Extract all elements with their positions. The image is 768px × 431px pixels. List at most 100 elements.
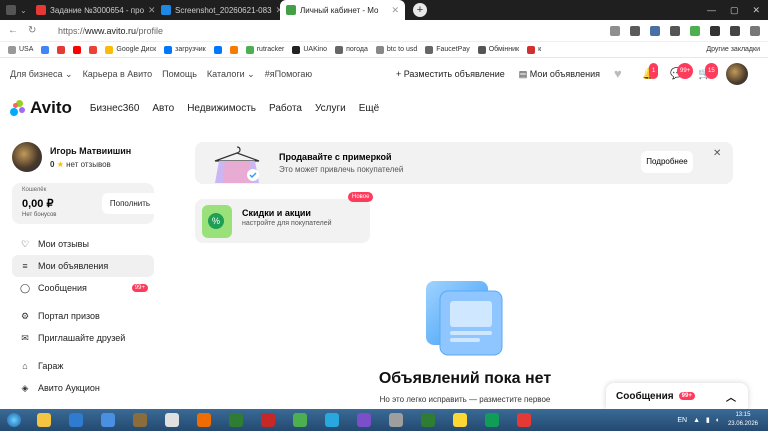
main-nav-link[interactable]: Авто xyxy=(152,103,174,114)
bookmark-item[interactable] xyxy=(89,45,98,54)
reviews-link[interactable]: нет отзывов xyxy=(66,160,111,169)
extension-icon[interactable] xyxy=(750,25,760,36)
bookmark-item[interactable]: к xyxy=(527,45,541,54)
bookmarks-other-folder[interactable]: Другие закладки xyxy=(706,46,768,53)
menu-item[interactable]: ≡ Мои объявления xyxy=(12,255,154,277)
profile-name[interactable]: Игорь Матвиишин xyxy=(50,146,131,156)
bookmark-item[interactable]: rutracker xyxy=(245,45,284,54)
taskbar-app[interactable] xyxy=(478,410,506,430)
bonus-text: Нет бонусов xyxy=(22,212,57,218)
language-indicator[interactable]: EN xyxy=(677,417,687,424)
menu-item[interactable]: ◯ Сообщения 99+ xyxy=(12,277,154,299)
taskbar-app[interactable] xyxy=(350,410,378,430)
taskbar-app[interactable] xyxy=(158,410,186,430)
download-icon[interactable] xyxy=(690,25,700,36)
bookmark-item[interactable] xyxy=(73,45,82,54)
bookmark-item[interactable]: погода xyxy=(335,45,368,54)
bookmark-item[interactable]: Google Диск xyxy=(105,45,156,54)
maximize-button[interactable]: ▢ xyxy=(730,5,739,16)
menu-item[interactable]: ♡ Мои отзывы xyxy=(12,233,154,255)
bookmark-item[interactable]: btc to usd xyxy=(375,45,417,54)
tray-icons[interactable]: ▲ ▮ ◐ xyxy=(693,416,722,424)
menu-item[interactable]: ⚙ Портал призов xyxy=(12,305,154,327)
taskbar-app[interactable] xyxy=(62,410,90,430)
help-tag-link[interactable]: #яПомогаю xyxy=(265,69,312,80)
notifications-icon[interactable]: 🔔1 xyxy=(642,63,659,81)
taskbar-app[interactable] xyxy=(414,410,442,430)
minimize-button[interactable]: — xyxy=(707,5,716,16)
browser-menu-button[interactable]: ⌄ xyxy=(0,0,30,20)
back-icon[interactable]: ← xyxy=(8,25,18,36)
close-tab-icon[interactable]: ✕ xyxy=(391,5,399,16)
main-nav-link[interactable]: Ещё xyxy=(359,103,379,114)
taskbar-app[interactable] xyxy=(126,410,154,430)
taskbar-app[interactable] xyxy=(254,410,282,430)
taskbar-app[interactable] xyxy=(382,410,410,430)
start-button[interactable] xyxy=(0,409,28,431)
avatar[interactable] xyxy=(726,63,748,85)
new-tab-button[interactable]: + xyxy=(413,3,427,17)
chevron-up-icon[interactable]: ︿ xyxy=(726,389,736,404)
cart-icon[interactable]: 🛒15 xyxy=(698,63,718,81)
topup-button[interactable]: Пополнить xyxy=(102,193,158,214)
close-tab-icon[interactable]: ✕ xyxy=(148,5,155,16)
extension-icon[interactable] xyxy=(710,25,720,36)
taskbar-app[interactable] xyxy=(510,410,538,430)
messages-panel-label: Сообщения xyxy=(616,390,674,402)
browser-tab[interactable]: Задание №3000654 - про ✕ xyxy=(30,0,155,20)
browser-tab[interactable]: Личный кабинет - Mo ✕ xyxy=(280,0,405,20)
extension-icon[interactable] xyxy=(650,25,660,36)
bookmark-item[interactable] xyxy=(229,45,238,54)
career-link[interactable]: Карьера в Авито xyxy=(83,69,153,80)
app-icon xyxy=(197,413,211,427)
clock[interactable]: 13:15 23.06.2026 xyxy=(728,411,758,429)
taskbar-app[interactable] xyxy=(318,410,346,430)
business-link[interactable]: Для бизнеса ⌄ xyxy=(10,69,73,80)
discounts-card[interactable]: % Скидки и акции настройте для покупател… xyxy=(195,192,374,243)
taskbar-app[interactable] xyxy=(30,410,58,430)
bookmark-icon[interactable] xyxy=(630,25,640,36)
bookmark-item[interactable]: USA xyxy=(8,45,33,54)
extension-icon[interactable] xyxy=(670,25,680,36)
menu-item[interactable]: ⌂ Гараж xyxy=(12,355,154,377)
bookmark-item[interactable]: FaucetPay xyxy=(425,45,470,54)
bookmark-item[interactable] xyxy=(213,45,222,54)
address-bar[interactable]: https://www.avito.ru/profile xyxy=(58,26,163,36)
my-ads-link[interactable]: ▤ Мои объявления xyxy=(519,69,600,80)
taskbar-app[interactable] xyxy=(222,410,250,430)
taskbar-app[interactable] xyxy=(286,410,314,430)
close-window-button[interactable]: ✕ xyxy=(752,5,760,16)
taskbar-app[interactable] xyxy=(190,410,218,430)
messages-panel[interactable]: Сообщения 99+ ︿ xyxy=(606,383,748,409)
main-nav-link[interactable]: Недвижимость xyxy=(187,103,256,114)
bookmark-item[interactable]: загрузчик xyxy=(164,45,206,54)
bookmark-item[interactable]: Обмінник xyxy=(477,45,520,54)
close-icon[interactable]: ✕ xyxy=(713,148,721,159)
post-ad-link[interactable]: + Разместить объявление xyxy=(396,69,505,79)
promo-more-button[interactable]: Подробнее xyxy=(641,151,693,173)
site-top-nav: Для бизнеса ⌄ Карьера в Авито Помощь Кат… xyxy=(0,60,768,88)
messages-panel-badge: 99+ xyxy=(678,392,695,400)
main-nav-link[interactable]: Работа xyxy=(269,103,302,114)
favorites-icon[interactable]: ♥ xyxy=(614,67,628,81)
catalogs-link[interactable]: Каталоги ⌄ xyxy=(207,69,255,80)
profile-header: Игорь Матвиишин 0 ★ нет отзывов xyxy=(12,142,131,172)
taskbar-app[interactable] xyxy=(446,410,474,430)
taskbar-app[interactable] xyxy=(94,410,122,430)
help-link[interactable]: Помощь xyxy=(162,69,197,80)
menu-item[interactable]: ◈ Авито Аукцион xyxy=(12,377,154,399)
bookmark-item[interactable]: UAKino xyxy=(292,45,327,54)
extension-icon[interactable] xyxy=(610,25,620,36)
main-nav-link[interactable]: Услуги xyxy=(315,103,346,114)
menu-item[interactable]: ✉ Приглашайте друзей xyxy=(12,327,154,349)
main-nav-link[interactable]: Бизнес360 xyxy=(90,103,140,114)
browser-tab[interactable]: Screenshot_20260621-083 ✕ xyxy=(155,0,280,20)
messages-icon[interactable]: 💬99+ xyxy=(670,63,694,81)
reload-icon[interactable]: ↻ xyxy=(28,25,36,36)
bookmark-item[interactable] xyxy=(57,45,66,54)
profile-avatar[interactable] xyxy=(12,142,42,172)
extension-icon[interactable] xyxy=(730,25,740,36)
bookmark-label: Обмінник xyxy=(488,46,520,53)
avito-logo[interactable]: Avito xyxy=(0,98,72,118)
bookmark-item[interactable] xyxy=(41,45,50,54)
